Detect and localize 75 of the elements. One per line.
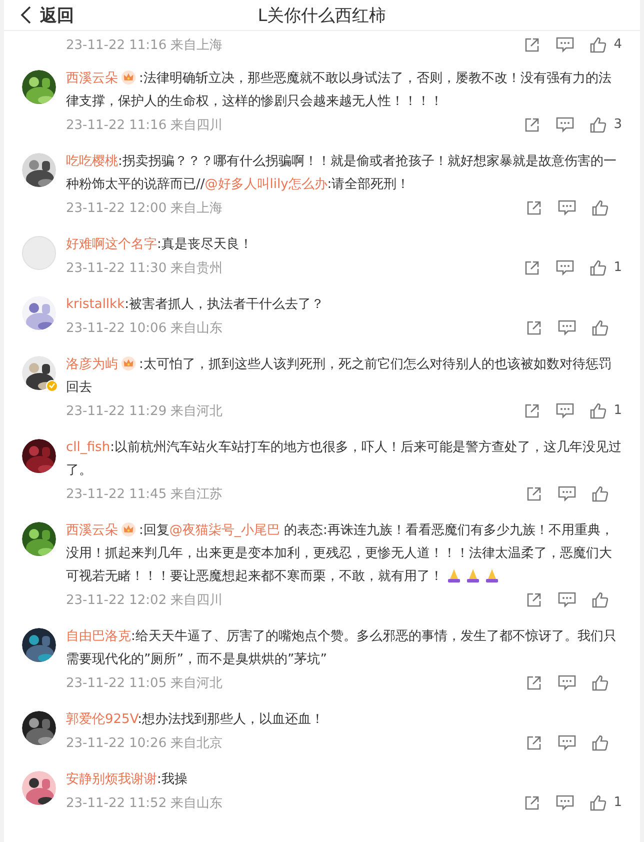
like-icon[interactable] bbox=[592, 592, 608, 608]
like-icon[interactable] bbox=[590, 116, 606, 132]
like-count: 1 bbox=[614, 403, 622, 418]
comment-icon[interactable] bbox=[558, 320, 576, 336]
comment-meta: 23-11-22 12:02 来自四川 bbox=[66, 592, 223, 608]
user-name-link[interactable]: 吃吃樱桃 bbox=[66, 154, 118, 169]
comment-icon[interactable] bbox=[556, 36, 574, 52]
share-icon[interactable] bbox=[526, 734, 542, 750]
comment-meta: 23-11-22 12:00 来自上海 bbox=[66, 200, 223, 216]
user-name-link[interactable]: kristallkk bbox=[66, 297, 125, 312]
comment-meta: 23-11-22 11:16 来自上海 bbox=[66, 36, 223, 54]
comment-meta: 23-11-22 11:45 来自江苏 bbox=[66, 486, 223, 502]
user-name-link[interactable]: 西溪云朵 bbox=[66, 71, 118, 86]
comment-text: kristallkk:被害者抓人，执法者干什么去了？ bbox=[66, 296, 325, 314]
comment-icon[interactable] bbox=[556, 794, 574, 810]
comment-icon[interactable] bbox=[556, 402, 574, 418]
share-icon[interactable] bbox=[526, 320, 542, 336]
comment-text: 自由巴洛克:给天天牛逼了、厉害了的嘴炮点个赞。多么邪恶的事情，发生了都不惊讶了。我们只需要现代化的”厕所”，而不是臭烘烘的”茅坑” bbox=[66, 628, 618, 669]
share-icon[interactable] bbox=[524, 260, 540, 276]
comment-meta: 23-11-22 11:30 来自贵州 bbox=[66, 260, 223, 276]
user-name-link[interactable]: 自由巴洛克 bbox=[66, 629, 131, 644]
comment-meta: 23-11-22 11:52 来自山东 bbox=[66, 794, 223, 812]
share-icon[interactable] bbox=[524, 116, 540, 132]
comment-icon[interactable] bbox=[556, 116, 574, 132]
comment-icon[interactable] bbox=[558, 200, 576, 216]
comment-meta: 23-11-22 10:06 来自山东 bbox=[66, 320, 223, 336]
comment-text: 郭爱伦925V:想办法找到那些人，以血还血！ bbox=[66, 711, 326, 729]
comment-text: 安静别烦我谢谢:我操 bbox=[66, 771, 188, 789]
back-chevron-icon bbox=[20, 5, 32, 25]
like-count: 3 bbox=[614, 117, 622, 132]
like-icon[interactable] bbox=[590, 36, 606, 52]
comment-icon[interactable] bbox=[556, 260, 574, 276]
user-name-link[interactable]: 好难啊这个名字 bbox=[66, 237, 157, 252]
share-icon[interactable] bbox=[524, 36, 540, 52]
share-icon[interactable] bbox=[524, 794, 540, 810]
share-icon[interactable] bbox=[526, 674, 542, 690]
default-avatar bbox=[22, 236, 56, 270]
user-name-link[interactable]: 郭爱伦925V bbox=[66, 712, 138, 727]
comment-icon[interactable] bbox=[558, 674, 576, 690]
user-name-link[interactable]: 西溪云朵 bbox=[66, 523, 118, 538]
comment-text: 西溪云朵 :回复@夜猫柒号_小尾巴 的表态:再诛连九族！看看恶魔们有多少九族！不用重典，没用！抓起来判几年，出来更是变本加利，更残忍，更惨无人道！！！法律太温柔了，恶魔们大可视若无睹！！！要让恶魔想起来都不寒而栗，不敢，就有用了！ bbox=[66, 521, 614, 586]
user-name-link[interactable]: 洛彦为屿 bbox=[66, 357, 118, 372]
comment-meta: 23-11-22 11:05 来自河北 bbox=[66, 674, 223, 692]
like-icon[interactable] bbox=[592, 734, 608, 750]
comment-text: 好难啊这个名字:真是丧尽天良！ bbox=[66, 236, 254, 254]
like-count: 4 bbox=[614, 37, 622, 52]
share-icon[interactable] bbox=[526, 200, 542, 216]
comment-meta: 23-11-22 11:29 来自河北 bbox=[66, 402, 223, 420]
comment-text: 西溪云朵 :法律明确斩立决，那些恶魔就不敢以身试法了，否则，屡教不改！没有强有力的法律支撑，保护人的生命权，这样的惨剧只会越来越无人性！！！！ bbox=[66, 69, 612, 111]
comment-text: 吃吃樱桃:拐卖拐骗？？？哪有什么拐骗啊！！就是偷或者抢孩子！就好想家暴就是故意伤害的一种粉饰太平的说辞而已//@好多人叫lily怎么办:请全部死刑！ bbox=[66, 153, 618, 194]
comment-text: 洛彦为屿 :太可怕了，抓到这些人该判死刑，死之前它们怎么对待别人的也该被如数对待惩罚回去 bbox=[66, 355, 612, 397]
like-icon[interactable] bbox=[590, 260, 606, 276]
share-icon[interactable] bbox=[526, 592, 542, 608]
comment-text: cll_fish:以前杭州汽车站火车站打车的地方也很多，吓人！后来可能是警方查处了，这几年没见过了。 bbox=[66, 439, 622, 480]
comment-meta: 23-11-22 10:26 来自北京 bbox=[66, 734, 223, 752]
share-icon[interactable] bbox=[526, 486, 542, 502]
user-name-link[interactable]: 安静别烦我谢谢 bbox=[66, 772, 157, 787]
mention-link[interactable]: @好多人叫lily怎么办 bbox=[204, 177, 328, 192]
like-count: 1 bbox=[614, 795, 622, 810]
mention-link[interactable]: @夜猫柒号_小尾巴 bbox=[169, 523, 280, 538]
like-icon[interactable] bbox=[590, 794, 606, 810]
comment-meta: 23-11-22 11:16 来自四川 bbox=[66, 116, 223, 134]
like-icon[interactable] bbox=[592, 674, 608, 690]
comment-icon[interactable] bbox=[558, 486, 576, 502]
back-button[interactable]: 返回 bbox=[4, 4, 74, 26]
share-icon[interactable] bbox=[524, 402, 540, 418]
like-icon[interactable] bbox=[592, 200, 608, 216]
like-count: 1 bbox=[614, 260, 622, 275]
like-icon[interactable] bbox=[592, 320, 608, 336]
like-icon[interactable] bbox=[592, 486, 608, 502]
comment-icon[interactable] bbox=[558, 592, 576, 608]
page-title: L关你什么西红柿 bbox=[258, 4, 386, 26]
user-name-link[interactable]: cll_fish bbox=[66, 440, 110, 455]
like-icon[interactable] bbox=[590, 402, 606, 418]
comment-icon[interactable] bbox=[558, 734, 576, 750]
